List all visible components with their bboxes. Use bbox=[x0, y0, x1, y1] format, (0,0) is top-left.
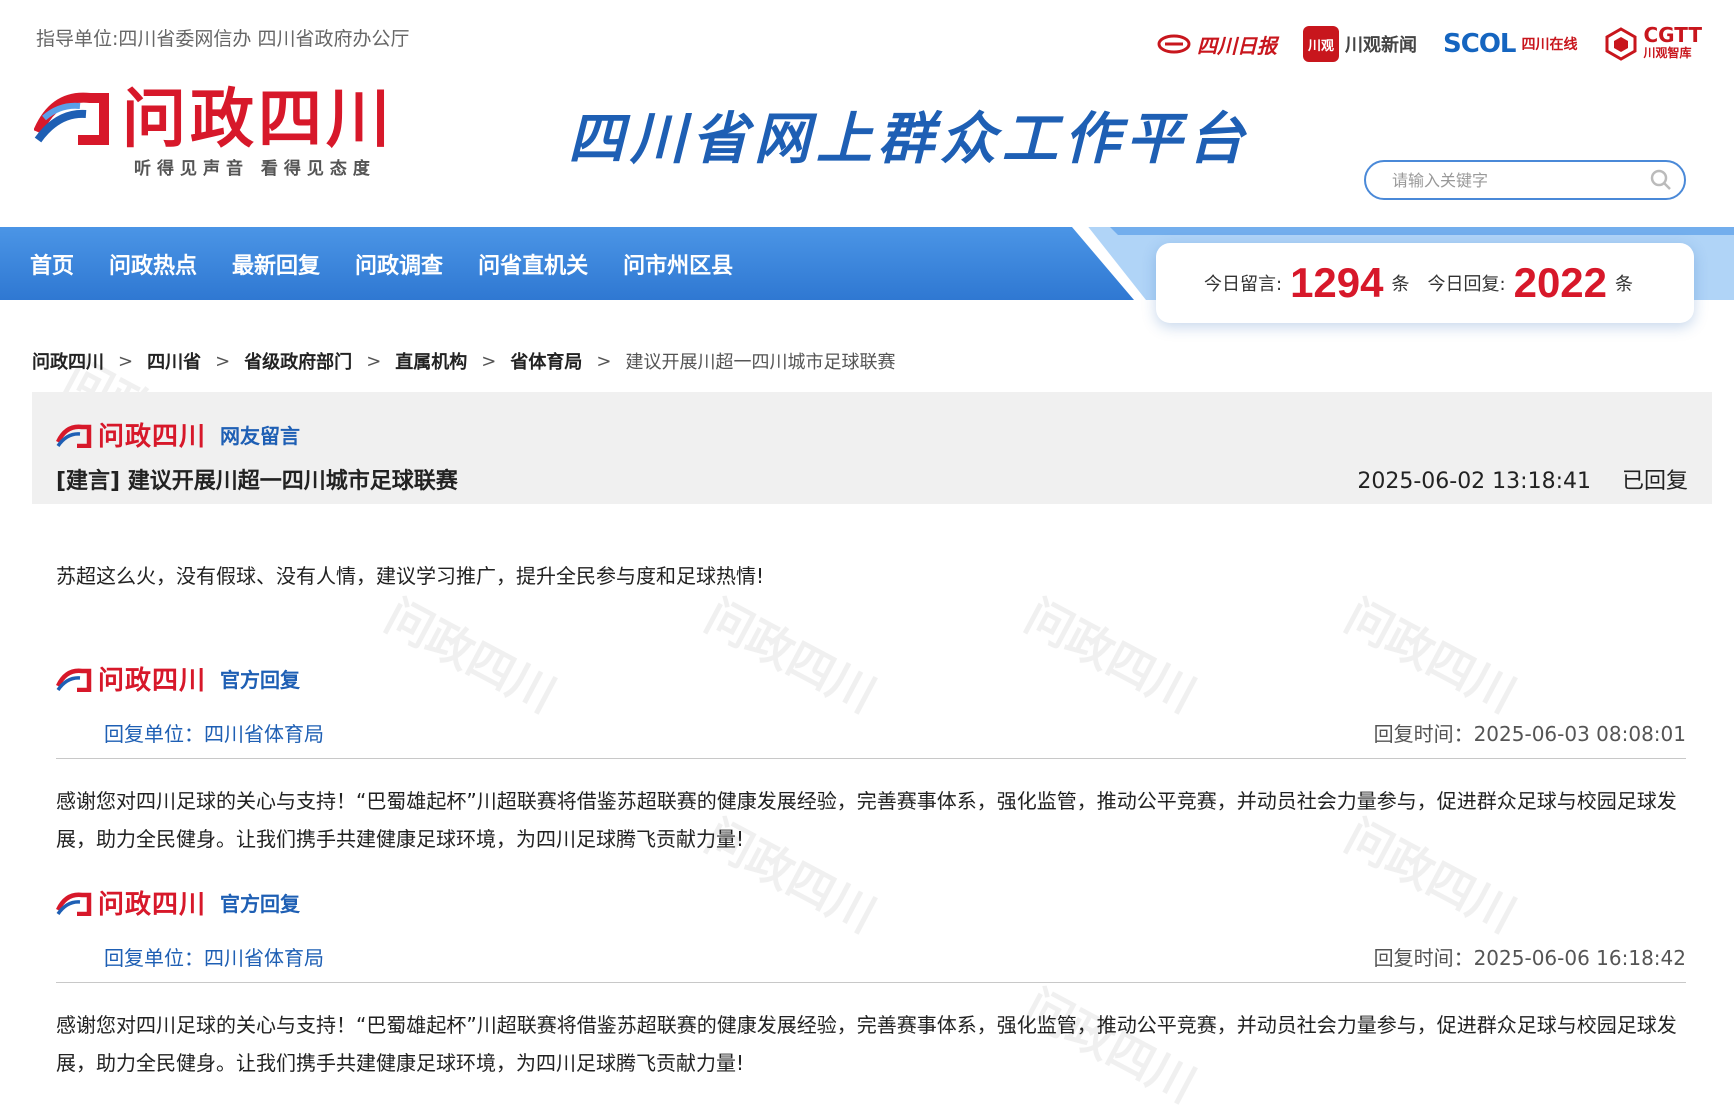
chuanguan-link[interactable]: 川观 川观新闻 bbox=[1303, 26, 1417, 62]
partner-logos: 四川日报 川观 川观新闻 SCOL 四川在线 CGTT 川观智库 bbox=[1157, 25, 1703, 62]
search-box bbox=[1364, 160, 1686, 200]
today-replies-unit: 条 bbox=[1615, 274, 1634, 295]
chuanguan-icon: 川观 bbox=[1303, 26, 1340, 62]
scol-sub-label: 四川在线 bbox=[1521, 37, 1578, 53]
reply-unit: 回复单位：四川省体育局 bbox=[104, 722, 324, 746]
reply-tag: 官方回复 bbox=[220, 892, 301, 916]
message-meta: 2025-06-02 13:18:41 已回复 bbox=[1357, 463, 1688, 495]
reply-text: 感谢您对四川足球的关心与支持！“巴蜀雄起杯”川超联赛将借鉴苏超联赛的健康发展经验… bbox=[56, 1013, 1677, 1075]
nav-survey[interactable]: 问政调查 bbox=[355, 248, 443, 280]
chevron-right-icon: > bbox=[596, 350, 612, 372]
chevron-right-icon: > bbox=[366, 350, 382, 372]
brand-logo-icon bbox=[56, 892, 92, 916]
official-reply: 问政四川 官方回复 回复单位：四川省体育局 回复时间：2025-06-06 16… bbox=[56, 884, 1686, 1084]
search-input[interactable] bbox=[1390, 169, 1634, 191]
site-logo[interactable]: 问政四川 听得见声音 看得见态度 bbox=[34, 83, 394, 179]
message-section-tag: 问政四川 网友留言 bbox=[56, 416, 300, 453]
message-title: [建言] 建议开展川超一四川城市足球联赛 bbox=[56, 469, 458, 494]
today-messages-count: 1294 bbox=[1290, 259, 1384, 306]
today-messages-unit: 条 bbox=[1391, 274, 1410, 295]
reply-info: 回复单位：四川省体育局 回复时间：2025-06-03 08:08:01 bbox=[56, 718, 1686, 746]
breadcrumb-current: 建议开展川超一四川城市足球联赛 bbox=[625, 352, 896, 373]
chevron-right-icon: > bbox=[215, 350, 231, 372]
chevron-right-icon: > bbox=[118, 350, 134, 372]
brand-logo-icon bbox=[56, 668, 92, 692]
nav-home[interactable]: 首页 bbox=[30, 248, 74, 280]
reply-section-tag: 问政四川 官方回复 bbox=[56, 660, 300, 697]
nav-items: 首页 问政热点 最新回复 问政调查 问省直机关 问市州区县 bbox=[30, 227, 733, 300]
divider bbox=[56, 758, 1686, 759]
breadcrumb-home[interactable]: 问政四川 bbox=[32, 348, 104, 374]
brand-name: 问政四川 bbox=[98, 422, 207, 452]
brand-logo-icon bbox=[56, 424, 92, 448]
reply-info: 回复单位：四川省体育局 回复时间：2025-06-06 16:18:42 bbox=[56, 942, 1686, 970]
breadcrumb-departments[interactable]: 省级政府部门 bbox=[244, 348, 352, 374]
chevron-right-icon: > bbox=[481, 350, 497, 372]
message-tag: 网友留言 bbox=[220, 424, 301, 448]
cgtt-label: CGTT 川观智库 bbox=[1644, 25, 1703, 62]
scol-link[interactable]: SCOL 四川在线 bbox=[1443, 29, 1577, 59]
reply-time: 回复时间：2025-06-03 08:08:01 bbox=[1373, 722, 1686, 746]
brand-name: 问政四川 bbox=[98, 666, 207, 696]
logo-mark-icon bbox=[34, 92, 109, 145]
breadcrumb-direct-agencies[interactable]: 直属机构 bbox=[395, 348, 467, 374]
reply-section-tag: 问政四川 官方回复 bbox=[56, 884, 300, 921]
platform-title: 四川省网上群众工作平台 bbox=[568, 106, 1250, 172]
today-stats: 今日留言: 1294 条 今日回复: 2022 条 bbox=[1156, 243, 1694, 323]
brand-name: 问政四川 bbox=[98, 890, 207, 920]
reply-text: 感谢您对四川足球的关心与支持！“巴蜀雄起杯”川超联赛将借鉴苏超联赛的健康发展经验… bbox=[56, 789, 1677, 851]
nav-latest-replies[interactable]: 最新回复 bbox=[232, 248, 320, 280]
divider bbox=[56, 982, 1686, 983]
sichuan-daily-icon bbox=[1157, 34, 1191, 54]
search-icon[interactable] bbox=[1650, 169, 1672, 191]
message-datetime: 2025-06-02 13:18:41 bbox=[1357, 469, 1591, 494]
chuanguan-label: 川观新闻 bbox=[1345, 35, 1418, 56]
official-reply: 问政四川 官方回复 回复单位：四川省体育局 回复时间：2025-06-03 08… bbox=[56, 660, 1686, 860]
nav-cities-counties[interactable]: 问市州区县 bbox=[623, 248, 733, 280]
scol-label: SCOL bbox=[1443, 29, 1516, 59]
today-replies-label: 今日回复: bbox=[1427, 274, 1506, 295]
today-replies-count: 2022 bbox=[1513, 259, 1608, 306]
sichuan-daily-label: 四川日报 bbox=[1197, 33, 1278, 58]
sichuan-daily-link[interactable]: 四川日报 bbox=[1157, 30, 1277, 59]
cgtt-link[interactable]: CGTT 川观智库 bbox=[1604, 25, 1703, 62]
nav-hot[interactable]: 问政热点 bbox=[109, 248, 197, 280]
reply-time: 回复时间：2025-06-06 16:18:42 bbox=[1373, 946, 1686, 970]
guide-units: 指导单位:四川省委网信办 四川省政府办公厅 bbox=[36, 28, 410, 50]
cgtt-icon bbox=[1605, 27, 1636, 61]
breadcrumb-province[interactable]: 四川省 bbox=[147, 348, 201, 374]
breadcrumb-sports-bureau[interactable]: 省体育局 bbox=[510, 348, 582, 374]
reply-tag: 官方回复 bbox=[220, 668, 301, 692]
logo-slogan: 听得见声音 看得见态度 bbox=[134, 159, 376, 179]
logo-text: 问政四川 bbox=[122, 83, 394, 157]
reply-unit: 回复单位：四川省体育局 bbox=[104, 946, 324, 970]
today-messages-label: 今日留言: bbox=[1204, 274, 1283, 295]
breadcrumb: 问政四川 > 四川省 > 省级政府部门 > 直属机构 > 省体育局 > 建议开展… bbox=[32, 348, 895, 374]
nav-provincial-agencies[interactable]: 问省直机关 bbox=[478, 248, 588, 280]
message-body: 苏超这么火，没有假球、没有人情，建议学习推广，提升全民参与度和足球热情! bbox=[56, 564, 765, 588]
status-badge: 已回复 bbox=[1621, 469, 1688, 494]
message-header: 问政四川 网友留言 [建言] 建议开展川超一四川城市足球联赛 2025-06-0… bbox=[32, 392, 1712, 504]
